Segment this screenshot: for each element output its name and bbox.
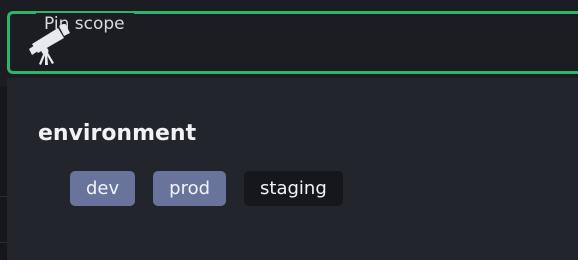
background-app-strip [0,86,7,260]
environment-heading: environment [38,121,197,146]
pin-scope-field[interactable]: Pin scope [7,11,578,74]
scope-options-panel [7,78,578,260]
tag-staging[interactable]: staging [244,171,343,206]
telescope-icon [29,24,70,65]
tag-prod[interactable]: prod [153,171,227,206]
tag-dev[interactable]: dev [70,171,136,206]
environment-tag-list: dev prod staging [70,171,343,206]
pin-scope-popover: Pin scope environment dev prod staging [0,0,578,260]
